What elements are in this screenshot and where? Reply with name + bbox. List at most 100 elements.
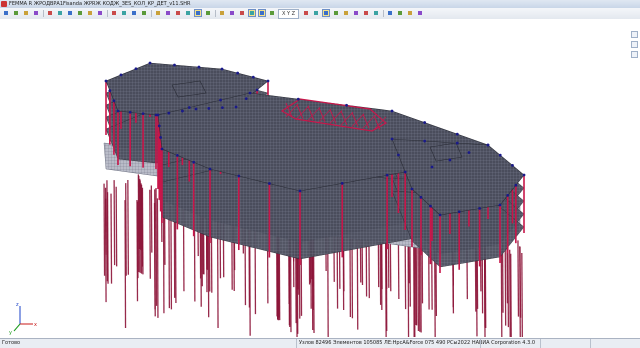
results-icon[interactable] [248, 9, 256, 17]
new-file-icon[interactable] [2, 9, 10, 17]
deform-icon[interactable] [258, 9, 266, 17]
toolbar-glyph [250, 11, 254, 15]
column-node [403, 170, 407, 174]
column-node [173, 63, 176, 67]
pile [500, 248, 503, 338]
pile [156, 198, 159, 318]
isolines-icon[interactable] [268, 9, 276, 17]
toolbar-glyph [220, 11, 224, 15]
column-node [157, 124, 161, 128]
window-title: FEMMA R ЖРОДВРА1Fisanda ЖРRЖ КОДЖ_ЗЕS_КО… [9, 1, 191, 7]
open-folder-icon[interactable] [12, 9, 20, 17]
elements-icon[interactable] [174, 9, 182, 17]
column-node [478, 207, 481, 210]
hide-icon[interactable] [352, 9, 360, 17]
column-node [197, 65, 201, 69]
view-side-icon[interactable] [130, 9, 138, 17]
toolbar-glyph [334, 11, 338, 15]
column-node [457, 210, 461, 214]
toolbar-glyph [4, 11, 8, 15]
column-node [104, 79, 108, 83]
column-node [141, 112, 145, 116]
column-node [175, 154, 179, 157]
pile [418, 236, 421, 332]
pile [125, 183, 127, 276]
pile [127, 180, 129, 275]
viewport-pin-icon[interactable] [631, 41, 638, 48]
redo-icon[interactable] [396, 9, 404, 17]
column-node [108, 89, 112, 92]
column-node [194, 107, 198, 111]
pile [170, 205, 173, 310]
toolbar-separator [151, 10, 152, 17]
toolbar-glyph [48, 11, 52, 15]
column-node [234, 105, 238, 109]
pile [141, 189, 144, 267]
check-icon[interactable] [322, 9, 330, 17]
toolbar-separator [383, 10, 384, 17]
pile [507, 243, 510, 328]
numbering-icon[interactable] [312, 9, 320, 17]
calc-icon[interactable] [406, 9, 414, 17]
axes-icon[interactable] [342, 9, 350, 17]
grid-icon[interactable] [332, 9, 340, 17]
report-icon[interactable] [416, 9, 424, 17]
viewport-panel-icon[interactable] [631, 51, 638, 58]
column-node [220, 67, 224, 71]
column-node [181, 109, 184, 113]
toolbar-glyph [364, 11, 368, 15]
column-node [390, 109, 394, 113]
toolbar-glyph [132, 11, 136, 15]
axis-triad: z x y [9, 302, 37, 336]
view-top-icon[interactable] [120, 9, 128, 17]
select-icon[interactable] [218, 9, 226, 17]
column-node [397, 153, 400, 157]
save-icon[interactable] [22, 9, 30, 17]
filter-icon[interactable] [228, 9, 236, 17]
toolbar-glyph [230, 11, 234, 15]
fill-icon[interactable] [184, 9, 192, 17]
toolbar-glyph [122, 11, 126, 15]
column-node [148, 61, 152, 65]
viewport-close-icon[interactable] [631, 31, 638, 38]
structure-3d-view[interactable]: z x y [0, 19, 640, 338]
zoom-extents-icon[interactable] [76, 9, 84, 17]
toolbar-glyph [98, 11, 102, 15]
model-viewport[interactable]: z x y [0, 19, 640, 338]
zoom-out-icon[interactable] [56, 9, 64, 17]
toolbar-glyph [304, 11, 308, 15]
view-front-icon[interactable] [110, 9, 118, 17]
toolbar-glyph [374, 11, 378, 15]
pan-icon[interactable] [86, 9, 94, 17]
pile [106, 192, 109, 284]
column-node [207, 106, 211, 110]
mesh-icon[interactable] [154, 9, 162, 17]
pile [149, 189, 151, 279]
wireframe-icon[interactable] [204, 9, 212, 17]
column-node [160, 147, 164, 151]
copy-icon[interactable] [372, 9, 380, 17]
toolbar-glyph [68, 11, 72, 15]
undo-icon[interactable] [386, 9, 394, 17]
nodes-icon[interactable] [164, 9, 172, 17]
column-node [187, 106, 191, 109]
show-icon[interactable] [362, 9, 370, 17]
toolbar-glyph [270, 11, 274, 15]
zoom-in-icon[interactable] [46, 9, 54, 17]
toolbar-glyph [176, 11, 180, 15]
zoom-window-icon[interactable] [66, 9, 74, 17]
toolbar-glyph [196, 11, 200, 15]
coord-field[interactable]: X Y Z [278, 9, 300, 19]
toolbar-glyph [14, 11, 18, 15]
section-icon[interactable] [238, 9, 246, 17]
pile [517, 240, 520, 317]
print-icon[interactable] [32, 9, 40, 17]
shading-icon[interactable] [194, 9, 202, 17]
toolbar-glyph [344, 11, 348, 15]
layers-icon[interactable] [302, 9, 310, 17]
toolbar-glyph [388, 11, 392, 15]
rotate-icon[interactable] [96, 9, 104, 17]
view-iso-icon[interactable] [140, 9, 148, 17]
column-node [486, 143, 490, 147]
column-node [467, 151, 471, 154]
